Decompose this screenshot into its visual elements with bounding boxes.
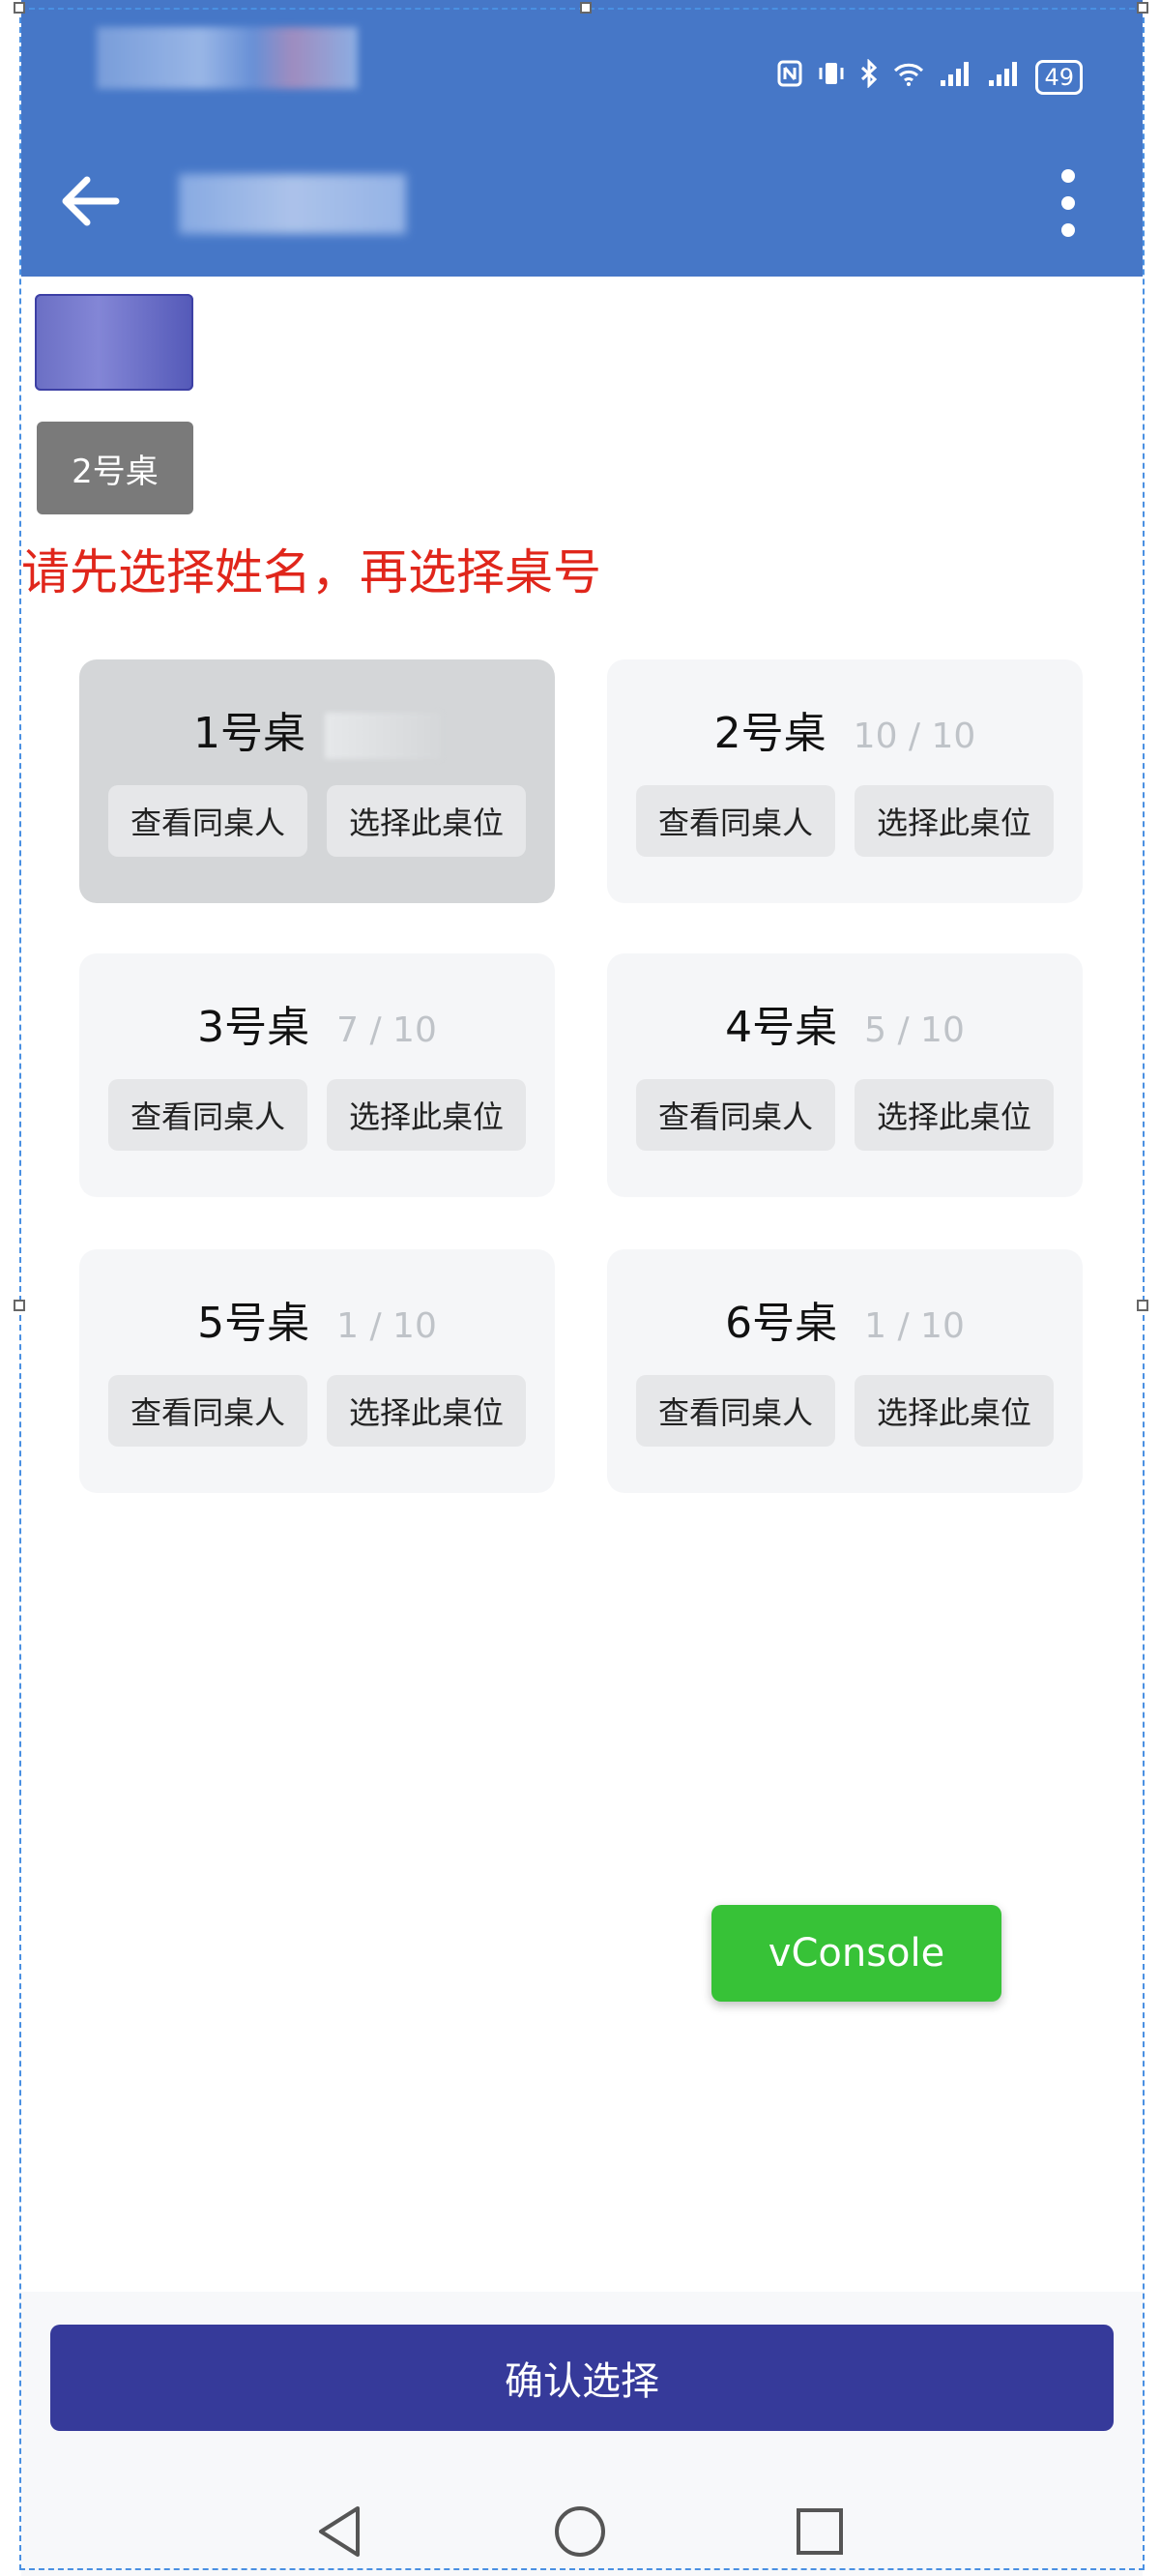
select-table-button[interactable]: 选择此桌位 (855, 1375, 1054, 1447)
recents-square-icon[interactable] (791, 2503, 849, 2561)
signal-icon (987, 59, 1022, 96)
more-vertical-icon[interactable] (1054, 166, 1083, 240)
table-name: 1号桌 (193, 709, 305, 758)
table-card-title: 1号桌 (79, 698, 555, 760)
table-count: 7 / 10 (336, 1010, 437, 1050)
table-card-title: 4号桌 5 / 10 (607, 992, 1083, 1054)
table-count: 5 / 10 (864, 1010, 965, 1050)
resize-handle[interactable] (14, 1300, 25, 1311)
view-tablemates-button[interactable]: 查看同桌人 (108, 785, 307, 857)
nfc-icon (776, 59, 803, 96)
selected-table-tag: 2号桌 (37, 422, 193, 514)
table-card-title: 6号桌 1 / 10 (607, 1288, 1083, 1350)
table-card-title: 3号桌 7 / 10 (79, 992, 555, 1054)
signal-icon (939, 59, 973, 96)
table-card-5[interactable]: 5号桌 1 / 10 查看同桌人 选择此桌位 (79, 1249, 555, 1493)
resize-handle[interactable] (580, 2, 592, 14)
view-tablemates-button[interactable]: 查看同桌人 (108, 1079, 307, 1151)
select-table-button[interactable]: 选择此桌位 (855, 1079, 1054, 1151)
table-count-blurred (325, 713, 441, 759)
resize-handle[interactable] (14, 2, 25, 14)
home-circle-icon[interactable] (551, 2503, 609, 2561)
view-tablemates-button[interactable]: 查看同桌人 (636, 1079, 835, 1151)
back-arrow-icon[interactable] (56, 172, 124, 230)
vibrate-icon (817, 59, 846, 96)
selected-name-chip-blurred[interactable] (35, 294, 193, 391)
table-count: 1 / 10 (864, 1306, 965, 1346)
select-table-button[interactable]: 选择此桌位 (327, 785, 526, 857)
resize-handle[interactable] (1137, 2, 1148, 14)
status-bar-time-blurred (97, 27, 358, 89)
confirm-selection-button[interactable]: 确认选择 (50, 2325, 1114, 2431)
table-card-4[interactable]: 4号桌 5 / 10 查看同桌人 选择此桌位 (607, 953, 1083, 1197)
table-card-6[interactable]: 6号桌 1 / 10 查看同桌人 选择此桌位 (607, 1249, 1083, 1493)
status-bar-icons: 49 (776, 58, 1083, 97)
select-table-button[interactable]: 选择此桌位 (327, 1079, 526, 1151)
table-count: 1 / 10 (336, 1306, 437, 1346)
wifi-icon (892, 59, 925, 96)
table-card-2[interactable]: 2号桌 10 / 10 查看同桌人 选择此桌位 (607, 659, 1083, 903)
select-table-button[interactable]: 选择此桌位 (855, 785, 1054, 857)
table-card-3[interactable]: 3号桌 7 / 10 查看同桌人 选择此桌位 (79, 953, 555, 1197)
resize-handle[interactable] (1137, 1300, 1148, 1311)
battery-indicator: 49 (1035, 60, 1083, 95)
table-name: 5号桌 (197, 1299, 310, 1348)
table-name: 3号桌 (197, 1003, 310, 1052)
view-tablemates-button[interactable]: 查看同桌人 (108, 1375, 307, 1447)
view-tablemates-button[interactable]: 查看同桌人 (636, 1375, 835, 1447)
table-card-1[interactable]: 1号桌 查看同桌人 选择此桌位 (79, 659, 555, 903)
select-table-button[interactable]: 选择此桌位 (327, 1375, 526, 1447)
hint-text: 请先选择姓名，再选择桌号 (21, 544, 601, 600)
table-card-title: 5号桌 1 / 10 (79, 1288, 555, 1350)
view-tablemates-button[interactable]: 查看同桌人 (636, 785, 835, 857)
table-count: 10 / 10 (853, 717, 976, 756)
vconsole-button[interactable]: vConsole (711, 1905, 1001, 2002)
table-name: 2号桌 (713, 709, 826, 758)
table-name: 4号桌 (725, 1003, 838, 1052)
bluetooth-icon (859, 58, 879, 96)
table-name: 6号桌 (725, 1299, 838, 1348)
back-triangle-icon[interactable] (311, 2503, 369, 2561)
page-title-blurred (179, 174, 406, 234)
table-card-title: 2号桌 10 / 10 (607, 698, 1083, 760)
